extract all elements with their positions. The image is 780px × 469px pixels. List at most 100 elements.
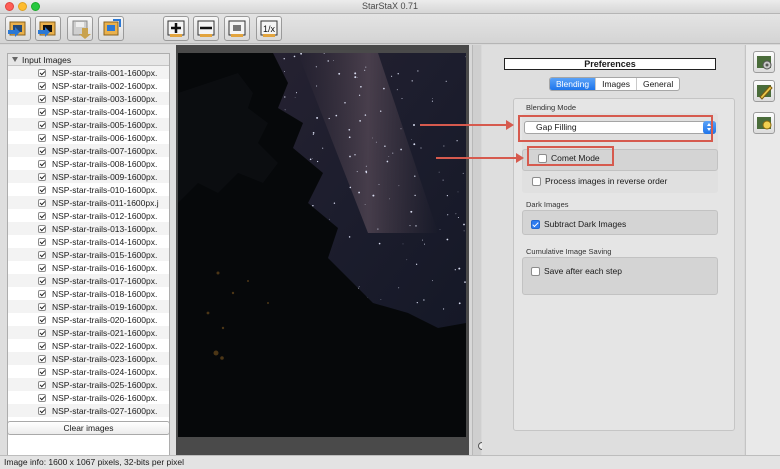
include-checkbox[interactable] [38,159,46,168]
star [358,286,360,288]
include-checkbox[interactable] [38,68,46,77]
star [344,101,346,104]
list-item[interactable]: NSP-star-trails-021-1600px. [8,326,169,339]
star [432,280,433,282]
file-name: NSP-star-trails-001-1600px. [52,67,158,78]
list-item[interactable]: NSP-star-trails-008-1600px. [8,157,169,170]
brightness-sidebar-button[interactable] [753,112,775,134]
include-checkbox[interactable] [38,315,46,324]
list-item[interactable]: NSP-star-trails-022-1600px. [8,339,169,352]
list-item[interactable]: NSP-star-trails-011-1600px.j [8,196,169,209]
list-item[interactable]: NSP-star-trails-019-1600px. [8,300,169,313]
star [293,55,296,58]
star [417,70,419,72]
list-item[interactable]: NSP-star-trails-015-1600px. [8,248,169,261]
list-item[interactable]: NSP-star-trails-006-1600px. [8,131,169,144]
list-item[interactable]: NSP-star-trails-010-1600px. [8,183,169,196]
include-checkbox[interactable] [38,224,46,233]
stop-button[interactable] [193,16,219,41]
star [322,147,324,149]
file-name: NSP-star-trails-018-1600px. [52,288,158,299]
list-item[interactable]: NSP-star-trails-009-1600px. [8,170,169,183]
include-checkbox[interactable] [38,328,46,337]
list-item[interactable]: NSP-star-trails-018-1600px. [8,287,169,300]
include-checkbox[interactable] [38,81,46,90]
reverse-order-box[interactable] [532,176,541,186]
include-checkbox[interactable] [38,211,46,220]
save-each-step-checkbox[interactable]: Save after each step [531,266,622,276]
star [388,156,390,158]
star [392,152,394,154]
list-item[interactable]: NSP-star-trails-002-1600px. [8,79,169,92]
star [438,171,440,173]
include-checkbox[interactable] [38,133,46,142]
star [416,301,418,304]
save-each-step-box[interactable] [531,266,540,276]
include-checkbox[interactable] [38,146,46,155]
open-dark-images-button[interactable] [35,16,61,41]
tab-general[interactable]: General [637,78,679,90]
save-as-icon [103,19,121,36]
list-item[interactable]: NSP-star-trails-003-1600px. [8,92,169,105]
include-checkbox[interactable] [38,406,46,415]
include-checkbox[interactable] [38,393,46,402]
blend-mode-button[interactable] [224,16,250,41]
list-item[interactable]: NSP-star-trails-024-1600px. [8,365,169,378]
include-checkbox[interactable] [38,107,46,116]
tab-blending[interactable]: Blending [550,78,597,90]
list-item[interactable]: NSP-star-trails-007-1600px. [8,144,169,157]
start-blending-button[interactable] [163,16,189,41]
include-checkbox[interactable] [38,289,46,298]
include-checkbox[interactable] [38,380,46,389]
split-view-divider[interactable] [472,45,481,455]
disclosure-triangle-icon[interactable] [12,57,18,62]
include-checkbox[interactable] [38,237,46,246]
help-button[interactable]: 1/x [256,16,282,41]
list-item[interactable]: NSP-star-trails-016-1600px. [8,261,169,274]
list-item[interactable]: NSP-star-trails-005-1600px. [8,118,169,131]
include-checkbox[interactable] [38,354,46,363]
list-item[interactable]: NSP-star-trails-025-1600px. [8,378,169,391]
subtract-dark-checkbox[interactable]: Subtract Dark Images [531,219,626,229]
list-item[interactable]: NSP-star-trails-027-1600px. [8,404,169,417]
list-item[interactable]: NSP-star-trails-012-1600px. [8,209,169,222]
save-as-button[interactable] [98,16,124,41]
include-checkbox[interactable] [38,120,46,129]
list-item[interactable]: NSP-star-trails-023-1600px. [8,352,169,365]
list-item[interactable]: NSP-star-trails-014-1600px. [8,235,169,248]
subtract-dark-box[interactable] [531,219,540,229]
include-checkbox[interactable] [38,172,46,181]
list-item[interactable]: NSP-star-trails-004-1600px. [8,105,169,118]
include-checkbox[interactable] [38,302,46,311]
star [348,136,351,139]
star [312,133,314,135]
list-item[interactable]: NSP-star-trails-020-1600px. [8,313,169,326]
input-images-list[interactable]: Input Images NSP-star-trails-001-1600px.… [7,53,170,459]
list-item[interactable]: NSP-star-trails-001-1600px. [8,66,169,79]
include-checkbox[interactable] [38,198,46,207]
list-item[interactable]: NSP-star-trails-013-1600px. [8,222,169,235]
include-checkbox[interactable] [38,94,46,103]
file-name: NSP-star-trails-027-1600px. [52,405,158,416]
star [312,132,315,134]
file-name: NSP-star-trails-011-1600px.j [52,197,159,208]
save-button[interactable] [67,16,93,41]
reverse-order-checkbox[interactable]: Process images in reverse order [532,176,667,186]
include-checkbox[interactable] [38,367,46,376]
include-checkbox[interactable] [38,263,46,272]
tab-images[interactable]: Images [596,78,637,90]
include-checkbox[interactable] [38,276,46,285]
list-item[interactable]: NSP-star-trails-017-1600px. [8,274,169,287]
star [447,214,449,216]
star [349,155,351,158]
list-item[interactable]: NSP-star-trails-026-1600px. [8,391,169,404]
preferences-sidebar-button[interactable] [753,51,775,73]
clear-images-button[interactable]: Clear images [7,421,170,435]
dark-images-label: Dark Images [526,200,569,209]
include-checkbox[interactable] [38,250,46,259]
open-images-button[interactable] [5,16,31,41]
list-header[interactable]: Input Images [8,54,169,66]
edit-sidebar-button[interactable] [753,80,775,102]
include-checkbox[interactable] [38,185,46,194]
include-checkbox[interactable] [38,341,46,350]
